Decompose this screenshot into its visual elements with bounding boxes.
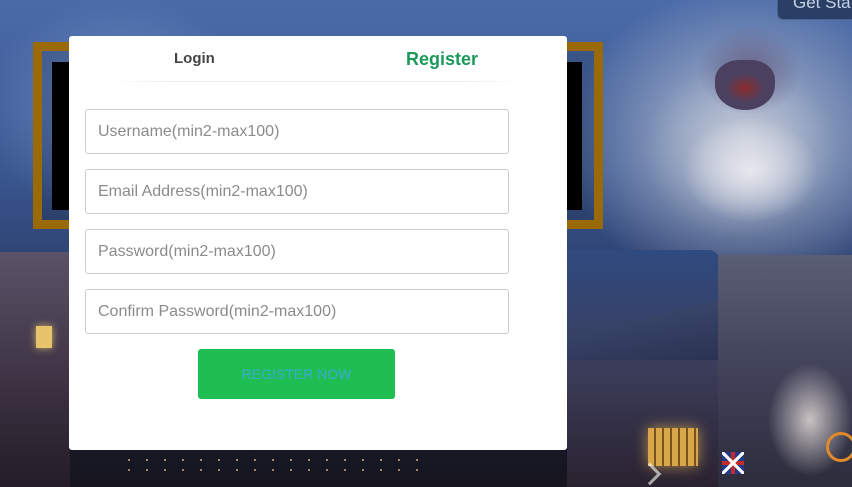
get-started-button[interactable]: Get Sta — [777, 0, 852, 20]
tab-register[interactable]: Register — [406, 49, 478, 70]
character-artwork — [750, 320, 852, 487]
password-input[interactable] — [85, 229, 509, 274]
flag-icon — [722, 452, 744, 474]
orange-ring-icon — [826, 432, 852, 462]
robot-face-artwork — [715, 60, 775, 110]
lit-window — [36, 326, 52, 348]
confirm-password-input[interactable] — [85, 289, 509, 334]
robot-artwork — [600, 0, 852, 260]
lantern-window — [648, 428, 698, 466]
username-input[interactable] — [85, 109, 509, 154]
house-artwork — [0, 252, 70, 487]
register-modal: Login Register REGISTER NOW — [69, 36, 567, 450]
tab-login[interactable]: Login — [174, 50, 215, 67]
email-input[interactable] — [85, 169, 509, 214]
string-lights — [120, 455, 420, 475]
register-now-button[interactable]: REGISTER NOW — [198, 349, 395, 399]
tab-divider — [107, 81, 527, 82]
